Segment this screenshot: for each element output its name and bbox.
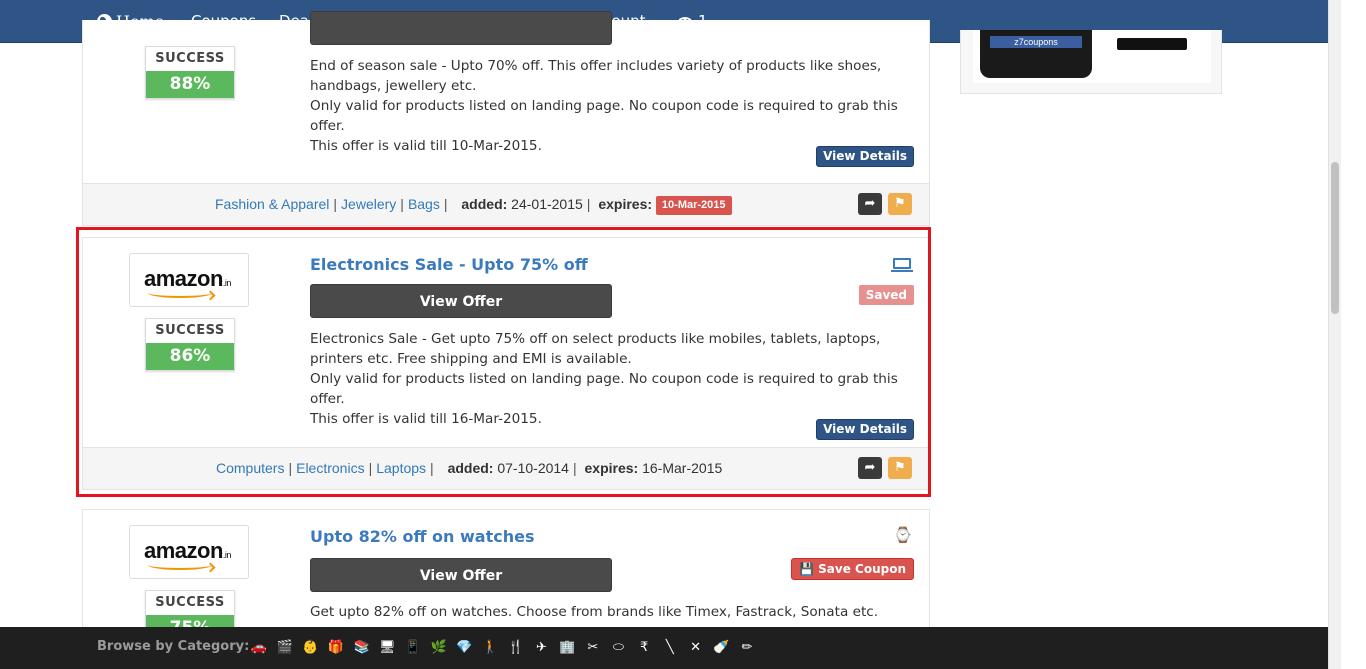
deal-title[interactable]: Upto 82% off on watches — [310, 527, 534, 546]
film-icon[interactable]: 🎬 — [272, 640, 298, 655]
share-icon: ➦ — [864, 460, 876, 475]
save-coupon-button[interactable]: 💾 Save Coupon — [791, 558, 914, 580]
amazon-smile-icon — [148, 560, 212, 570]
report-button[interactable]: ⚑ — [888, 457, 912, 479]
laptop-icon — [891, 258, 913, 272]
phone-screen-text: z7coupons — [990, 36, 1082, 48]
tools-icon[interactable]: ✂ — [580, 640, 606, 655]
scrollbar-thumb[interactable] — [1331, 162, 1339, 314]
deal-card-highlighted: amazon.in SUCCESS 86% Electronics Sale -… — [82, 237, 930, 490]
deal-description: End of season sale - Upto 70% off. This … — [310, 58, 898, 154]
tag-link[interactable]: Jewelery — [341, 196, 396, 212]
deal-description: Electronics Sale - Get upto 75% off on s… — [310, 331, 898, 427]
page-scrollbar[interactable] — [1328, 0, 1341, 669]
expires-label: expires: — [584, 460, 639, 476]
success-rate-box: SUCCESS 86% — [145, 318, 235, 371]
monitor-icon[interactable]: 🖥 — [374, 640, 400, 655]
floppy-disk-icon: 💾 — [799, 562, 814, 576]
expires-label: expires: — [598, 196, 653, 212]
flag-icon: ⚑ — [894, 196, 906, 211]
share-button[interactable]: ➦ — [858, 193, 882, 215]
success-percentage: 86% — [146, 343, 234, 370]
watch-icon: ⌚ — [893, 526, 913, 544]
report-button[interactable]: ⚑ — [888, 193, 912, 215]
deal-card: SUCCESS 88% End of season sale - Upto 70… — [82, 11, 930, 226]
view-offer-button[interactable] — [310, 11, 612, 45]
deal-card: amazon.in SUCCESS 75% Upto 82% off on wa… — [82, 509, 930, 643]
added-date: 24-01-2015 — [511, 196, 583, 212]
tag-link[interactable]: Computers — [216, 460, 284, 476]
stick-icon[interactable]: ╲ — [657, 640, 683, 655]
store-logo-suffix: .in — [222, 550, 232, 560]
store-logo-suffix: .in — [222, 278, 232, 288]
expiry-badge: 10-Mar-2015 — [655, 195, 732, 215]
browse-category-bar: Browse by Category: 🚗 🎬 👶 🎁 📚 🖥 📱 🌿 💎 🚶 … — [0, 627, 1328, 669]
deal-description: Get upto 82% off on watches. Choose from… — [310, 604, 879, 620]
deal-meta: Computers | Electronics | Laptops | added: 07… — [216, 460, 723, 476]
success-label: SUCCESS — [155, 595, 225, 610]
app-promo-image[interactable]: z7coupons — [973, 30, 1211, 83]
plane-icon[interactable]: ✈ — [529, 640, 555, 655]
app-store-badge[interactable] — [1117, 38, 1187, 50]
amazon-smile-icon — [148, 288, 212, 298]
success-label: SUCCESS — [155, 51, 225, 66]
book-icon[interactable]: 📚 — [349, 640, 375, 655]
pencil-icon[interactable]: ✏ — [734, 640, 760, 655]
deal-meta: Fashion & Apparel | Jewelery | Bags | added: … — [215, 184, 732, 225]
view-details-button[interactable]: View Details — [816, 419, 914, 440]
saved-badge[interactable]: Saved — [858, 285, 914, 305]
magic-wand-icon[interactable]: ✕ — [683, 640, 709, 655]
share-button[interactable]: ➦ — [858, 457, 882, 479]
deal-footer: Fashion & Apparel | Jewelery | Bags | added: … — [83, 183, 929, 225]
phone-image: z7coupons — [980, 30, 1092, 78]
category-icon-list: 🚗 🎬 👶 🎁 📚 🖥 📱 🌿 💎 🚶 🍴 ✈ 🏢 ✂ ⬭ ₹ ╲ ✕ 🍼 ✏ — [246, 627, 760, 667]
baby-icon[interactable]: 👶 — [297, 640, 323, 655]
share-icon: ➦ — [864, 196, 876, 211]
leaf-icon[interactable]: 🌿 — [426, 640, 452, 655]
success-label: SUCCESS — [155, 323, 225, 338]
view-details-button[interactable]: View Details — [816, 146, 914, 167]
tag-link[interactable]: Laptops — [376, 460, 426, 476]
deal-footer: Computers | Electronics | Laptops | added: 07… — [83, 447, 929, 489]
cutlery-icon[interactable]: 🍴 — [503, 640, 529, 655]
added-label: added: — [447, 460, 494, 476]
view-offer-button[interactable]: View Offer — [310, 284, 612, 318]
tag-link[interactable]: Bags — [408, 196, 440, 212]
view-offer-button[interactable]: View Offer — [310, 558, 612, 592]
success-rate-box: SUCCESS 88% — [145, 46, 235, 99]
expiry-date: 16-Mar-2015 — [642, 460, 723, 476]
person-icon[interactable]: 🚶 — [477, 640, 503, 655]
diamond-icon[interactable]: 💎 — [452, 640, 478, 655]
added-date: 07-10-2014 — [497, 460, 569, 476]
store-logo-amazon[interactable]: amazon.in — [129, 253, 249, 307]
browse-category-label: Browse by Category: — [97, 639, 250, 654]
deal-title[interactable]: Electronics Sale - Upto 75% off — [310, 255, 588, 274]
gift-icon[interactable]: 🎁 — [323, 640, 349, 655]
flag-icon: ⚑ — [894, 460, 906, 475]
tag-link[interactable]: Fashion & Apparel — [215, 196, 329, 212]
mobile-icon[interactable]: 📱 — [400, 640, 426, 655]
oval-icon[interactable]: ⬭ — [606, 640, 632, 655]
bottle-icon[interactable]: 🍼 — [708, 640, 734, 655]
car-icon[interactable]: 🚗 — [246, 640, 272, 655]
app-promo-widget: z7coupons — [960, 30, 1222, 94]
added-label: added: — [461, 196, 508, 212]
tag-link[interactable]: Electronics — [296, 460, 364, 476]
store-logo-amazon[interactable]: amazon.in — [129, 525, 249, 579]
rupee-icon[interactable]: ₹ — [631, 640, 657, 655]
building-icon[interactable]: 🏢 — [554, 640, 580, 655]
window-edge — [1341, 0, 1366, 669]
success-percentage: 88% — [146, 71, 234, 98]
